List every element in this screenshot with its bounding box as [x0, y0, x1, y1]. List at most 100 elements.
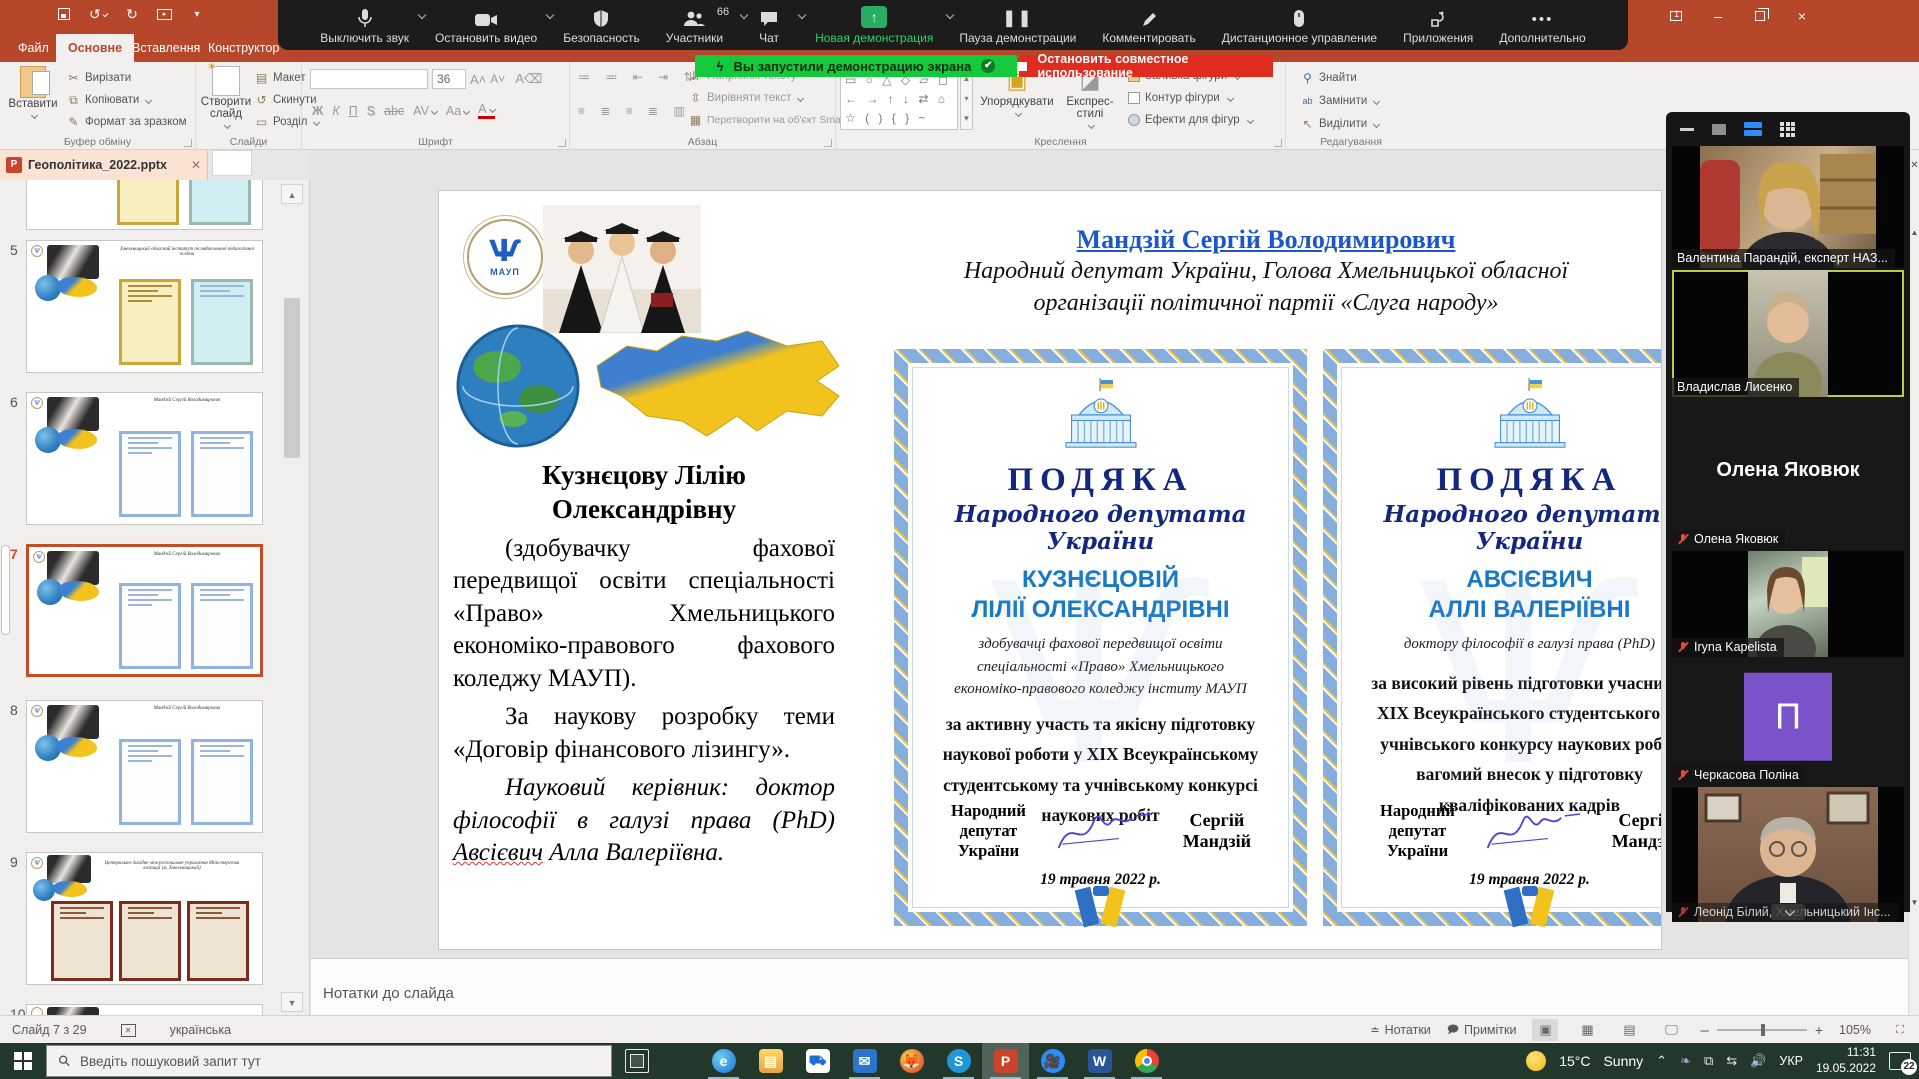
character-spacing-button[interactable]: AV: [413, 104, 437, 118]
font-color-button[interactable]: А: [478, 102, 494, 119]
close-icon[interactable]: ✕: [1909, 160, 1919, 171]
save-icon[interactable]: [55, 5, 73, 23]
slideshow-view-icon[interactable]: 🖵: [1658, 1019, 1684, 1041]
tray-expand-icon[interactable]: ⌃: [1656, 1053, 1667, 1069]
annotate-button[interactable]: Комментировать: [1102, 6, 1195, 45]
customize-qat-icon[interactable]: ▾: [188, 5, 206, 23]
drawing-dialog-launcher[interactable]: [1274, 139, 1282, 147]
taskbar-skype-icon[interactable]: S: [935, 1043, 982, 1079]
bullets-numbering-icons[interactable]: ≔ ≕ ⇤ ⇥ ⇅: [578, 70, 700, 84]
taskbar-firefox-icon[interactable]: 🦊: [888, 1043, 935, 1079]
participant-tile[interactable]: Валентина Парандій, експерт НАЗ...: [1672, 146, 1904, 268]
new-slide-button[interactable]: Створити слайд: [198, 66, 254, 132]
thumbnails-scroll-down[interactable]: ▼: [281, 992, 303, 1012]
volume-icon[interactable]: 🔊: [1750, 1053, 1766, 1069]
restore-icon[interactable]: [1739, 0, 1781, 32]
chevron-up-icon[interactable]: [418, 10, 426, 18]
replace-button[interactable]: abЗамінити: [1300, 91, 1379, 111]
tray-app-icon[interactable]: ❧: [1680, 1053, 1691, 1069]
scroll-down-icon[interactable]: ▼: [1909, 898, 1919, 907]
fit-slide-icon[interactable]: ⛶: [1887, 1019, 1913, 1041]
taskbar-mail-icon[interactable]: ✉: [841, 1043, 888, 1079]
bold-button[interactable]: Ж: [312, 104, 323, 118]
thumbnails-scrollbar-thumb[interactable]: [284, 298, 300, 458]
undo-icon[interactable]: ↺: [89, 5, 107, 23]
grow-font-icon[interactable]: A˄: [470, 72, 486, 87]
taskbar-edge-icon[interactable]: e: [700, 1043, 747, 1079]
change-case-button[interactable]: Aa: [446, 104, 469, 118]
slide-canvas[interactable]: Ѱ МАУП: [438, 190, 1662, 950]
stop-video-button[interactable]: Остановить видео: [435, 6, 537, 45]
apps-button[interactable]: Приложения: [1403, 6, 1473, 45]
alignment-icons[interactable]: ≡ ≣ ≡ ≣ ▥: [578, 104, 691, 118]
chevron-up-icon[interactable]: [740, 10, 748, 18]
slide-indicator[interactable]: Слайд 7 з 29: [12, 1023, 87, 1037]
notes-pane[interactable]: Нотатки до слайда: [311, 958, 1919, 1015]
participant-tile[interactable]: Iryna Kapelista: [1672, 551, 1904, 657]
new-share-button[interactable]: ↑ Новая демонстрация: [815, 6, 933, 45]
shapes-gallery[interactable]: ▭ ○ △ ◇ ▱ ◻ ← → ↑ ↓ ⇄ ⌂ ☆ ( ) { } ~: [840, 68, 958, 130]
minimize-panel-icon[interactable]: [1680, 128, 1694, 131]
gallery-view-icon[interactable]: [1780, 122, 1795, 137]
stop-sharing-button[interactable]: Остановить совместное использование: [1019, 55, 1273, 77]
remote-control-button[interactable]: Дистанционное управление: [1222, 6, 1377, 45]
minimize-icon[interactable]: –: [1697, 0, 1739, 32]
speaker-view-icon[interactable]: [1744, 122, 1762, 136]
more-participants-button[interactable]: [1771, 904, 1805, 920]
cut-button[interactable]: ✂Вирізати: [66, 68, 187, 88]
shape-effects-button[interactable]: Ефекти для фігур: [1128, 110, 1253, 130]
select-button[interactable]: ↖Виділити: [1300, 114, 1379, 134]
taskbar-zoom-icon[interactable]: 🎥: [1029, 1043, 1076, 1079]
network-icon[interactable]: ⇆: [1726, 1053, 1737, 1069]
thumbnails-scroll-up[interactable]: ▲: [281, 184, 303, 204]
slideshow-from-start-icon[interactable]: ▸: [157, 9, 172, 20]
main-scrollbar-thumb[interactable]: [1, 545, 10, 635]
recipient-text-block[interactable]: Кузнєцову Лілію Олександрівну (здобувачк…: [453, 459, 835, 870]
tab-file[interactable]: Файл: [6, 34, 61, 62]
normal-view-icon[interactable]: ▣: [1532, 1019, 1558, 1041]
taskbar-clock[interactable]: 11:31 19.05.2022: [1816, 1045, 1876, 1076]
chat-button[interactable]: Чат: [749, 6, 789, 45]
slide-sorter-view-icon[interactable]: ▦: [1574, 1019, 1600, 1041]
participants-button[interactable]: 66 Участники: [666, 6, 723, 45]
mute-button[interactable]: Выключить звук: [320, 6, 409, 45]
zoom-out-icon[interactable]: –: [1700, 1022, 1708, 1039]
task-view-button[interactable]: [625, 1049, 649, 1073]
taskbar-word-icon[interactable]: W: [1076, 1043, 1123, 1079]
shapes-gallery-scroll[interactable]: ▲▾▼: [960, 68, 973, 130]
clear-formatting-icon[interactable]: A⌫: [515, 71, 542, 87]
paragraph-dialog-launcher[interactable]: [824, 139, 832, 147]
format-painter-button[interactable]: ✎Формат за зразком: [66, 112, 187, 132]
participant-tile[interactable]: Олена Яковюк Олена Яковюк: [1672, 399, 1904, 549]
find-button[interactable]: ⚲Знайти: [1300, 68, 1379, 88]
pause-share-button[interactable]: ❚❚ Пауза демонстрации: [959, 6, 1076, 45]
minimal-view-icon[interactable]: [1712, 124, 1726, 135]
participant-tile-active-speaker[interactable]: Владислав Лисенко: [1672, 270, 1904, 397]
chevron-up-icon[interactable]: [546, 10, 554, 18]
weather-desc[interactable]: Sunny: [1603, 1053, 1643, 1069]
copy-button[interactable]: ⧉Копіювати: [66, 90, 187, 110]
paste-button[interactable]: Вставити: [4, 66, 62, 122]
weather-icon[interactable]: [1526, 1051, 1546, 1071]
slide-header[interactable]: Мандзій Сергій Володимирович Народний де…: [869, 225, 1662, 320]
clipboard-dialog-launcher[interactable]: [184, 139, 192, 147]
shrink-font-icon[interactable]: A˅: [490, 72, 505, 86]
ribbon-display-icon[interactable]: [1655, 0, 1697, 32]
language-indicator[interactable]: УКР: [1779, 1054, 1803, 1068]
close-icon[interactable]: ✕: [191, 158, 201, 172]
screen-clip-icon[interactable]: ⧉: [1704, 1053, 1713, 1069]
underline-button[interactable]: П: [349, 104, 358, 118]
notification-center-icon[interactable]: 22: [1889, 1052, 1911, 1070]
close-icon[interactable]: ×: [1781, 0, 1823, 32]
shape-outline-button[interactable]: Контур фігури: [1128, 88, 1253, 108]
taskbar-search[interactable]: ⚲ Введіть пошуковий запит тут: [46, 1045, 612, 1077]
chevron-up-icon[interactable]: [946, 10, 954, 18]
start-button[interactable]: [0, 1043, 46, 1079]
language-indicator[interactable]: українська: [170, 1023, 231, 1037]
strikethrough-button[interactable]: abc: [384, 104, 404, 118]
text-shadow-button[interactable]: S: [367, 104, 375, 118]
notes-toggle[interactable]: ≐Нотатки: [1370, 1023, 1430, 1037]
redo-icon[interactable]: ↻: [123, 5, 141, 23]
tab-design[interactable]: Конструктор: [196, 34, 291, 62]
participant-tile[interactable]: П Черкасова Поліна: [1672, 659, 1904, 785]
